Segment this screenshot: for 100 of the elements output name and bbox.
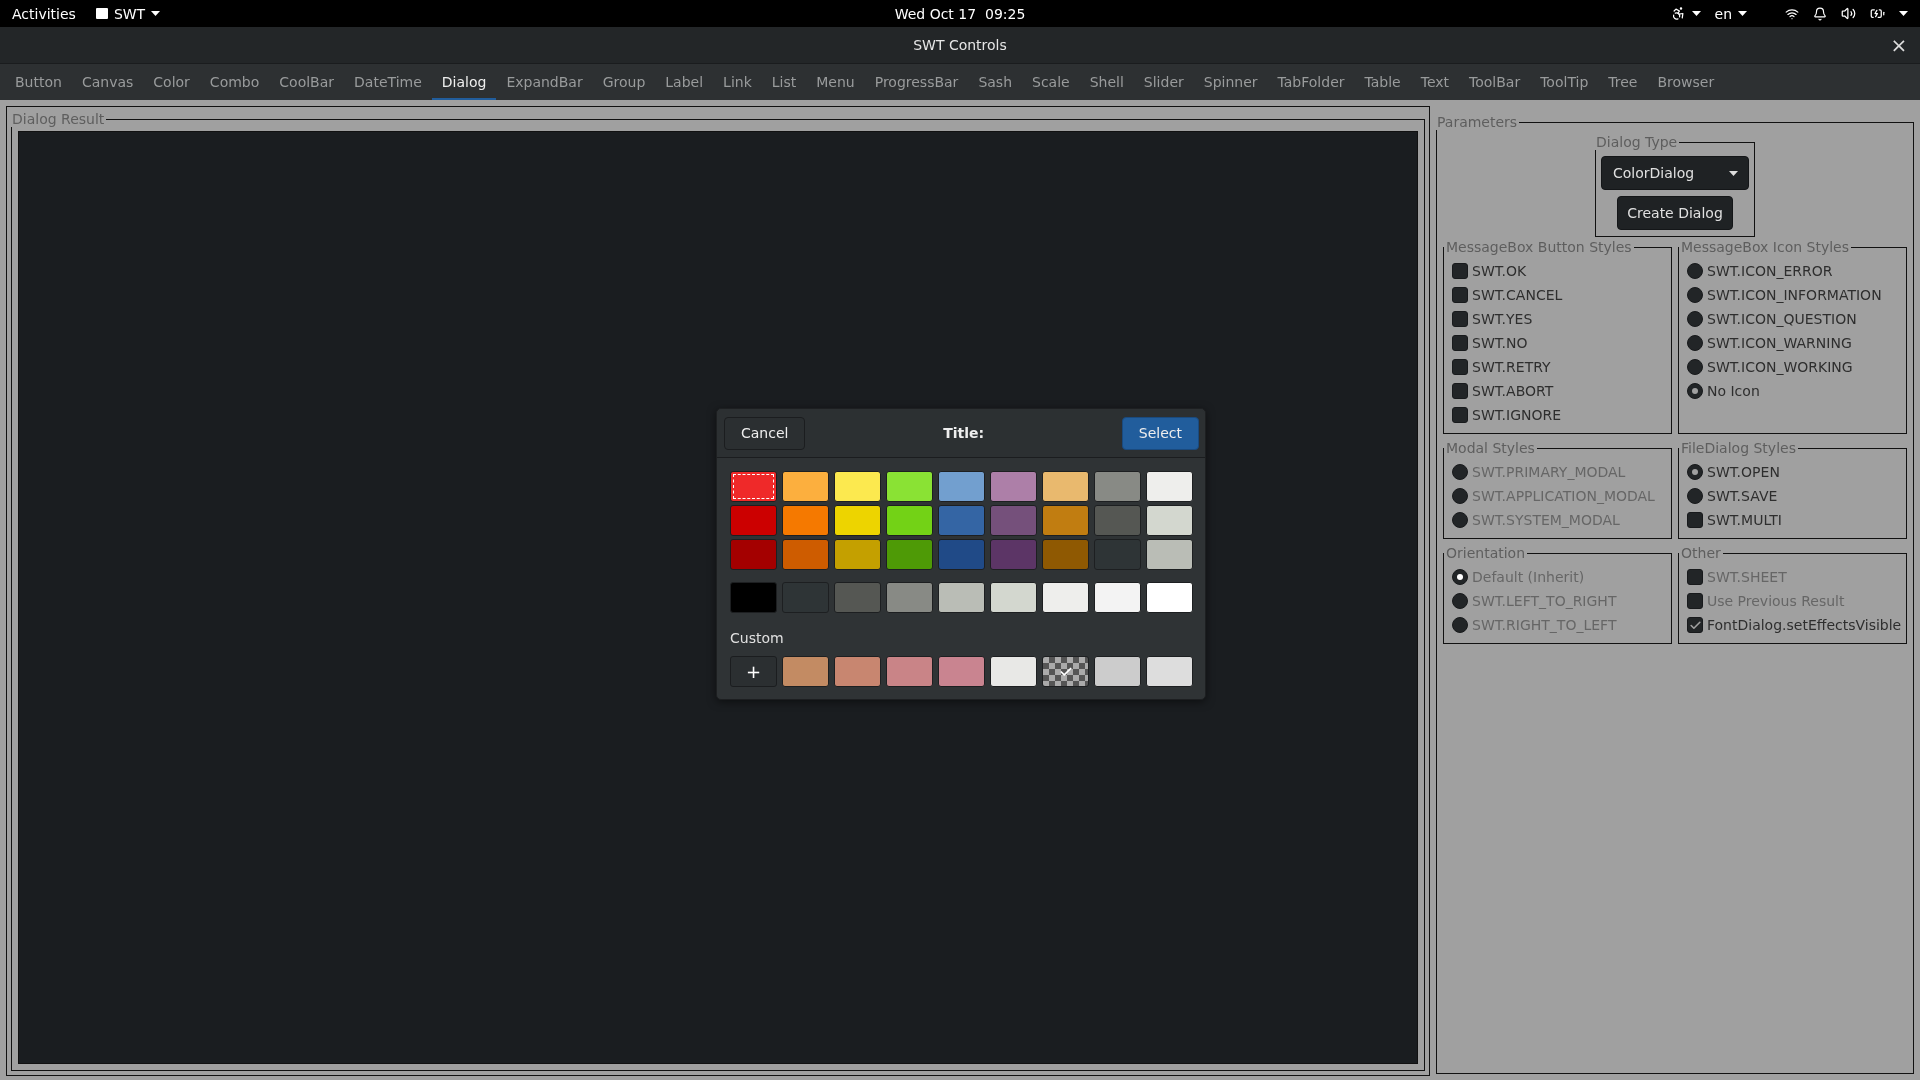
tab[interactable]: Scale	[1022, 64, 1080, 100]
color-swatch[interactable]	[834, 582, 881, 613]
color-swatch[interactable]	[886, 471, 933, 502]
color-swatch[interactable]	[886, 582, 933, 613]
color-swatch[interactable]	[730, 505, 777, 536]
color-swatch[interactable]	[834, 505, 881, 536]
add-color-button[interactable]: +	[730, 656, 777, 687]
color-swatch[interactable]	[730, 582, 777, 613]
color-swatch[interactable]	[1042, 656, 1089, 687]
color-swatch[interactable]	[1146, 505, 1193, 536]
color-swatch[interactable]	[1042, 539, 1089, 570]
color-swatch[interactable]	[938, 656, 985, 687]
language-menu[interactable]: en	[1714, 5, 1747, 22]
color-swatch[interactable]	[730, 539, 777, 570]
color-swatch[interactable]	[834, 471, 881, 502]
tab[interactable]: Dialog	[431, 64, 497, 100]
checkbox[interactable]	[1452, 383, 1468, 399]
tab[interactable]: Table	[1354, 64, 1411, 100]
color-swatch[interactable]	[1094, 471, 1141, 502]
tab[interactable]: Menu	[806, 64, 865, 100]
color-swatch[interactable]	[1146, 582, 1193, 613]
tab[interactable]: Link	[713, 64, 762, 100]
radio-button[interactable]	[1687, 359, 1703, 375]
color-swatch[interactable]	[1146, 471, 1193, 502]
radio-button[interactable]	[1687, 311, 1703, 327]
color-swatch[interactable]	[834, 539, 881, 570]
activities-button[interactable]: Activities	[12, 5, 76, 22]
color-swatch[interactable]	[886, 505, 933, 536]
radio-button[interactable]	[1687, 488, 1703, 504]
checkbox[interactable]	[1452, 359, 1468, 375]
tab[interactable]: Spinner	[1193, 64, 1268, 100]
checkbox[interactable]	[1687, 512, 1703, 528]
tab[interactable]: Browser	[1647, 64, 1725, 100]
color-swatch[interactable]	[990, 505, 1037, 536]
checkbox[interactable]	[1687, 617, 1703, 633]
color-swatch[interactable]	[1146, 539, 1193, 570]
color-swatch[interactable]	[1094, 582, 1141, 613]
tab[interactable]: Combo	[199, 64, 270, 100]
color-swatch[interactable]	[1146, 656, 1193, 687]
color-swatch[interactable]	[990, 471, 1037, 502]
color-swatch[interactable]	[1094, 505, 1141, 536]
cancel-button[interactable]: Cancel	[724, 416, 806, 450]
tab[interactable]: ExpandBar	[496, 64, 593, 100]
color-swatch[interactable]	[782, 539, 829, 570]
volume-icon[interactable]	[1841, 6, 1856, 21]
color-swatch[interactable]	[938, 505, 985, 536]
color-swatch[interactable]	[1094, 656, 1141, 687]
clock[interactable]: Wed Oct 17 09:25	[894, 5, 1026, 22]
tab[interactable]: CoolBar	[269, 64, 345, 100]
color-swatch[interactable]	[990, 656, 1037, 687]
accessibility-icon[interactable]	[1670, 6, 1686, 21]
tab[interactable]: ToolTip	[1530, 64, 1599, 100]
bell-icon[interactable]	[1813, 6, 1827, 21]
checkbox[interactable]	[1452, 407, 1468, 423]
color-swatch[interactable]	[1042, 505, 1089, 536]
tab[interactable]: ToolBar	[1459, 64, 1531, 100]
checkbox[interactable]	[1452, 263, 1468, 279]
color-swatch[interactable]	[938, 539, 985, 570]
color-swatch[interactable]	[938, 471, 985, 502]
color-swatch[interactable]	[990, 582, 1037, 613]
radio-button[interactable]	[1687, 287, 1703, 303]
create-dialog-button[interactable]: Create Dialog	[1617, 196, 1733, 230]
color-swatch[interactable]	[782, 471, 829, 502]
radio-button[interactable]	[1687, 383, 1703, 399]
tab[interactable]: List	[761, 64, 807, 100]
color-swatch[interactable]	[886, 656, 933, 687]
tab[interactable]: Shell	[1079, 64, 1134, 100]
tab[interactable]: DateTime	[344, 64, 432, 100]
color-swatch[interactable]	[1042, 471, 1089, 502]
tab[interactable]: Text	[1410, 64, 1460, 100]
close-button[interactable]: ×	[1890, 35, 1908, 55]
tab[interactable]: Button	[5, 64, 72, 100]
color-swatch[interactable]	[938, 582, 985, 613]
radio-button[interactable]	[1687, 335, 1703, 351]
tab[interactable]: ProgressBar	[864, 64, 969, 100]
color-swatch[interactable]	[782, 656, 829, 687]
tab[interactable]: Tree	[1598, 64, 1648, 100]
checkbox[interactable]	[1452, 287, 1468, 303]
checkbox[interactable]	[1452, 335, 1468, 351]
checkbox[interactable]	[1452, 311, 1468, 327]
tab[interactable]: Canvas	[71, 64, 144, 100]
color-swatch[interactable]	[782, 505, 829, 536]
color-swatch[interactable]	[730, 471, 777, 502]
color-swatch[interactable]	[834, 656, 881, 687]
select-button[interactable]: Select	[1121, 416, 1199, 450]
tab[interactable]: Slider	[1133, 64, 1194, 100]
tab[interactable]: TabFolder	[1267, 64, 1355, 100]
wifi-icon[interactable]	[1785, 6, 1799, 21]
tab[interactable]: Label	[655, 64, 714, 100]
dialog-type-dropdown[interactable]: ColorDialog	[1601, 156, 1749, 190]
color-swatch[interactable]	[886, 539, 933, 570]
tab[interactable]: Group	[592, 64, 656, 100]
battery-icon[interactable]	[1870, 6, 1885, 21]
tab[interactable]: Sash	[968, 64, 1022, 100]
radio-button[interactable]	[1687, 263, 1703, 279]
color-swatch[interactable]	[1042, 582, 1089, 613]
radio-button[interactable]	[1687, 464, 1703, 480]
tab[interactable]: Color	[143, 64, 200, 100]
app-menu[interactable]: SWT	[95, 5, 161, 22]
color-swatch[interactable]	[990, 539, 1037, 570]
